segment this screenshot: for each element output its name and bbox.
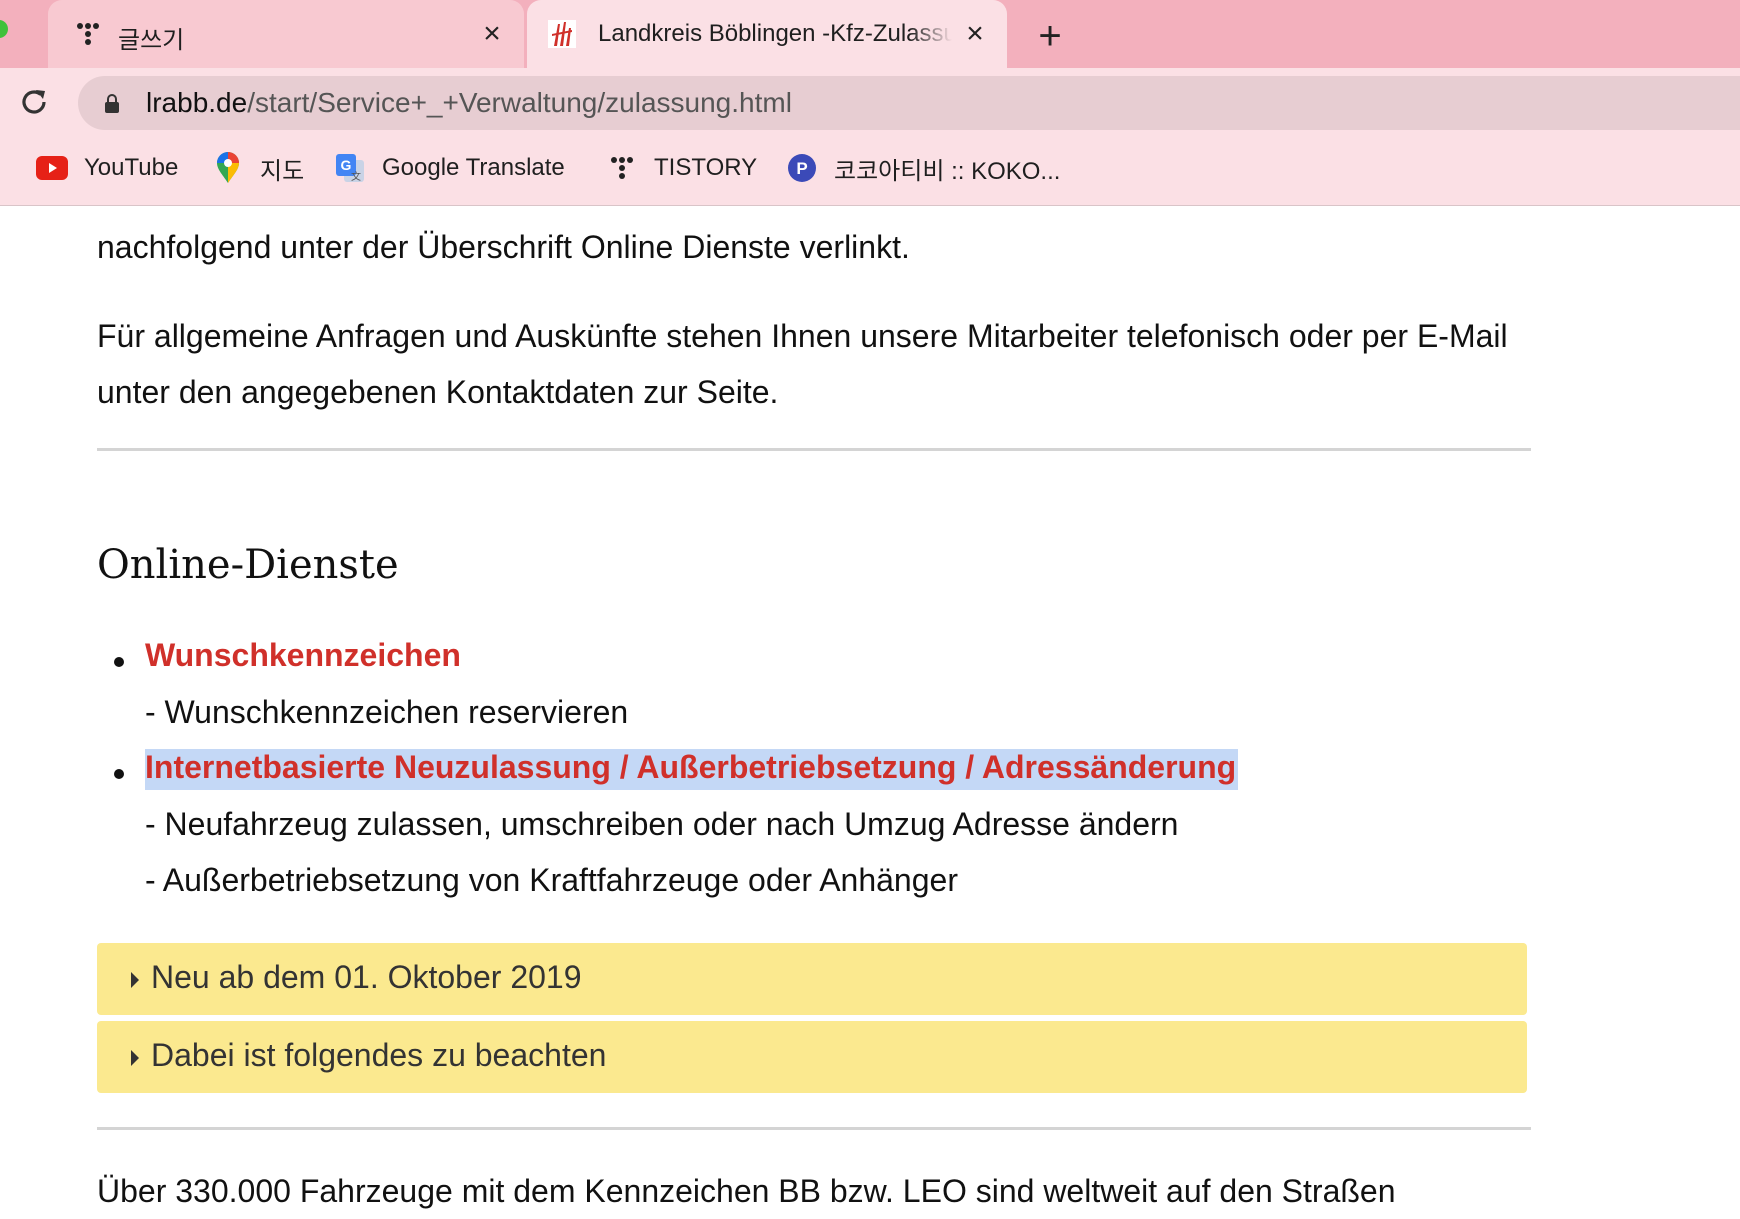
svg-text:文: 文 (351, 170, 361, 183)
bookmark-tistory[interactable]: TISTORY (606, 150, 757, 186)
tistory-icon (77, 23, 99, 45)
accordion-neu-ab-oktober[interactable]: Neu ab dem 01. Oktober 2019 (97, 943, 1527, 1015)
youtube-icon (36, 152, 68, 184)
new-tab-button[interactable]: + (1030, 16, 1070, 56)
expand-triangle-icon (131, 1050, 139, 1066)
google-translate-icon: G 文 (334, 152, 366, 184)
url-text: lrabb.de/start/Service+_+Verwaltung/zula… (146, 87, 792, 119)
accordion-label: Neu ab dem 01. Oktober 2019 (151, 959, 582, 995)
accordion-label: Dabei ist folgendes zu beachten (151, 1037, 607, 1073)
browser-chrome: 글쓰기 × Landkreis Böblingen -Kfz-Zulassung… (0, 0, 1740, 206)
svg-text:P: P (796, 159, 807, 178)
contact-paragraph: Für allgemeine Anfragen und Auskünfte st… (97, 318, 1508, 410)
tistory-icon (606, 152, 638, 184)
tab-title: 글쓰기 (118, 27, 185, 54)
bookmark-label: 코코아티비 :: KOKO... (834, 157, 1061, 185)
maps-pin-icon (212, 152, 244, 184)
intro-line: nachfolgend unter der Überschrift Online… (97, 229, 910, 265)
link-internetbasierte-neuzulassung[interactable]: Internetbasierte Neuzulassung / Außerbet… (145, 749, 1239, 790)
bookmark-google-translate[interactable]: G 文 Google Translate (334, 150, 565, 186)
bookmark-kokoa[interactable]: P 코코아티비 :: KOKO... (786, 150, 1060, 186)
tab-active[interactable]: Landkreis Böblingen -Kfz-Zulassung × (527, 0, 1007, 68)
bookmark-maps[interactable]: 지도 (212, 150, 304, 186)
service-description: - Außerbetriebsetzung von Kraftfahrzeuge… (145, 862, 958, 898)
link-wunschkennzeichen[interactable]: Wunschkennzeichen (145, 637, 461, 674)
tab-close-icon[interactable]: × (476, 17, 508, 50)
divider (97, 1127, 1531, 1130)
reload-icon[interactable] (16, 84, 52, 120)
url-path: /start/Service+_+Verwaltung/zulassung.ht… (247, 87, 792, 118)
expand-triangle-icon (131, 972, 139, 988)
tab-strip: 글쓰기 × Landkreis Böblingen -Kfz-Zulassung… (0, 0, 1740, 76)
svg-text:G: G (341, 157, 352, 173)
bookmark-label: TISTORY (654, 154, 758, 181)
bookmark-label: 지도 (260, 157, 305, 185)
service-description: - Wunschkennzeichen reservieren (145, 694, 629, 730)
window-maximize-button[interactable] (0, 20, 8, 38)
bullet-icon (114, 769, 124, 779)
tab-title: Landkreis Böblingen -Kfz-Zulassung (598, 20, 952, 47)
landkreis-logo-icon (548, 20, 576, 48)
bookmarks-bar: YouTube 지도 G 文 Google Translate TISTORY … (0, 132, 1740, 206)
section-heading: Online-Dienste (97, 542, 399, 588)
tab-close-icon[interactable]: × (959, 17, 991, 50)
service-description: - Neufahrzeug zulassen, umschreiben oder… (145, 806, 1179, 842)
bookmark-label: YouTube (84, 154, 179, 181)
bookmark-label: Google Translate (382, 154, 565, 181)
bullet-icon (114, 657, 124, 667)
lock-icon[interactable] (104, 93, 120, 113)
bookmark-youtube[interactable]: YouTube (36, 150, 178, 186)
url-host: lrabb.de (146, 87, 248, 118)
accordion-zu-beachten[interactable]: Dabei ist folgendes zu beachten (97, 1021, 1527, 1093)
address-bar[interactable]: lrabb.de/start/Service+_+Verwaltung/zula… (78, 76, 1740, 130)
divider (97, 448, 1531, 451)
p-badge-icon: P (786, 152, 818, 184)
footer-line: Über 330.000 Fahrzeuge mit dem Kennzeich… (97, 1173, 1396, 1209)
tab-inactive[interactable]: 글쓰기 × (48, 0, 524, 68)
browser-toolbar: lrabb.de/start/Service+_+Verwaltung/zula… (0, 68, 1740, 132)
